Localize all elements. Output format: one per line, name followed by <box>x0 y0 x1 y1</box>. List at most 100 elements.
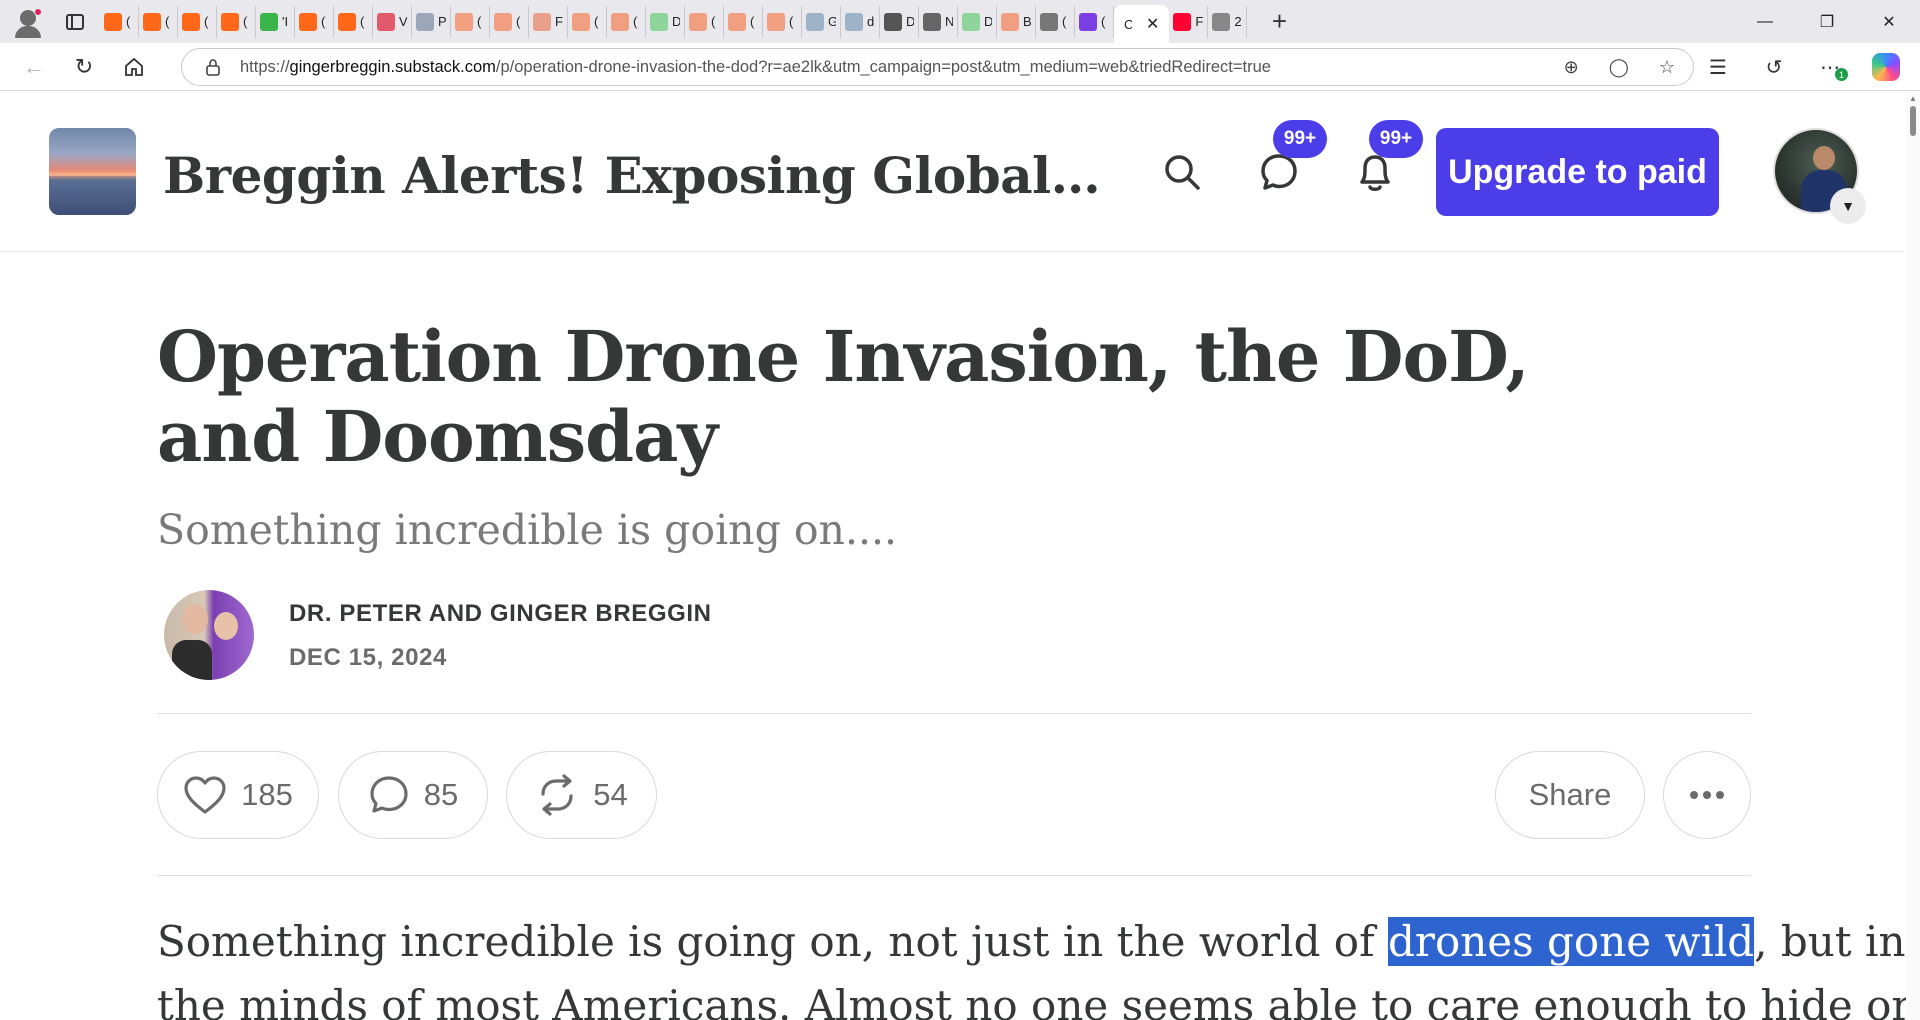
post-date: DEC 15, 2024 <box>289 644 447 671</box>
tab-title: ( <box>789 14 794 29</box>
browser-tab[interactable]: ( <box>334 5 373 38</box>
restack-icon <box>541 774 573 816</box>
play-icon <box>260 12 278 31</box>
zoom-icon[interactable]: ⊕ <box>1564 57 1579 78</box>
browser-tab[interactable]: ( <box>217 5 256 38</box>
frame-icon <box>923 12 941 31</box>
browser-tab[interactable]: ( <box>490 5 529 38</box>
youtube-icon <box>377 12 395 31</box>
more-options-button[interactable] <box>1663 751 1751 839</box>
author-avatar[interactable] <box>164 590 254 680</box>
chevron-down-icon[interactable]: ▼ <box>1830 188 1866 224</box>
browser-tab[interactable]: ( <box>451 5 490 38</box>
browser-tab[interactable]: V <box>373 5 412 38</box>
browser-tab[interactable]: ( <box>607 5 646 38</box>
post-title: Operation Drone Invasion, the DoD, and D… <box>157 315 1530 478</box>
home-button[interactable] <box>114 47 154 87</box>
comments-button[interactable]: 85 <box>338 751 488 839</box>
new-tab-button[interactable]: + <box>1261 6 1297 37</box>
share-button[interactable]: Share <box>1495 751 1645 839</box>
pen-icon <box>806 12 824 31</box>
browser-tab[interactable]: ( <box>295 5 334 38</box>
tab-title: 'I <box>282 14 289 29</box>
browser-tab[interactable]: B <box>997 5 1036 38</box>
page-scrollbar[interactable]: ▲ <box>1906 92 1920 1020</box>
selected-text[interactable]: drones gone wild <box>1387 917 1755 966</box>
browser-tab[interactable]: ( <box>178 5 217 38</box>
publication-title[interactable]: Breggin Alerts! Exposing Global Pred... <box>163 146 1103 205</box>
browser-tab[interactable]: 'I <box>256 5 295 38</box>
home-icon <box>125 57 143 76</box>
comment-icon <box>370 776 408 813</box>
search-button[interactable] <box>1154 144 1210 200</box>
browser-tab[interactable]: ( <box>1036 5 1075 38</box>
browser-tab[interactable]: G <box>802 5 841 38</box>
divider <box>157 875 1751 876</box>
notifications-badge: 99+ <box>1369 120 1423 158</box>
tab-title: P <box>438 14 446 29</box>
substack-icon <box>611 12 629 31</box>
close-tab-icon[interactable]: ✕ <box>1146 14 1159 34</box>
browser-tab[interactable]: ( <box>1075 5 1114 38</box>
browser-tab[interactable]: D <box>646 5 685 38</box>
extensions-icon[interactable]: ⋯ 1 <box>1810 47 1850 87</box>
author-name[interactable]: DR. PETER AND GINGER BREGGIN <box>289 600 712 628</box>
tab-actions-icon[interactable] <box>60 7 90 37</box>
tab-title: ( <box>711 14 716 29</box>
substack-icon <box>104 12 122 31</box>
tab-title: ( <box>633 14 638 29</box>
more-icon <box>1690 791 1724 799</box>
browser-tab[interactable]: P <box>412 5 451 38</box>
browser-tab[interactable]: D <box>880 5 919 38</box>
back-button[interactable]: ← <box>14 47 54 87</box>
browser-toolbar: ← ↻ https://gingerbreggin.substack.com/p… <box>0 43 1920 91</box>
publication-logo[interactable] <box>49 128 136 215</box>
browser-tab[interactable]: d <box>841 5 880 38</box>
notifications-button[interactable]: 99+ <box>1347 120 1423 200</box>
restack-button[interactable]: 54 <box>506 751 657 839</box>
browser-tab[interactable]: ( <box>568 5 607 38</box>
browser-tab[interactable]: N <box>919 5 958 38</box>
substack-icon <box>299 12 317 31</box>
site-info-icon[interactable] <box>204 58 222 76</box>
chat-button[interactable]: 99+ <box>1251 120 1327 200</box>
profile-icon[interactable] <box>10 4 46 40</box>
tab-title: d <box>867 14 875 29</box>
history-icon[interactable]: ↺ <box>1754 47 1794 87</box>
reload-button[interactable]: ↻ <box>64 47 104 87</box>
scrollbar-thumb[interactable] <box>1910 106 1916 136</box>
like-button[interactable]: 185 <box>157 751 319 839</box>
copilot-icon[interactable] <box>1866 47 1906 87</box>
tab-title: B <box>1023 14 1031 29</box>
restore-button[interactable]: ❐ <box>1796 0 1858 43</box>
address-bar[interactable]: https://gingerbreggin.substack.com/p/ope… <box>181 48 1694 86</box>
active-tab[interactable]: C ✕ <box>1114 5 1170 43</box>
search-icon <box>1165 155 1200 190</box>
tab-title: V <box>399 14 407 29</box>
divider <box>157 713 1751 714</box>
upgrade-to-paid-button[interactable]: Upgrade to paid <box>1436 128 1719 216</box>
close-window-button[interactable]: ✕ <box>1858 0 1920 43</box>
reader-icon[interactable]: ◯ <box>1609 57 1629 78</box>
tab-title: F <box>1195 14 1204 29</box>
browser-tab[interactable]: D <box>958 5 997 38</box>
tab-list: (((('I((VP(Substack(F((D(((GdDNDB((C✕F2 <box>100 0 1248 747</box>
substack-icon <box>143 12 161 31</box>
browser-tab[interactable]: ( <box>100 5 139 38</box>
browser-tab[interactable]: 2 <box>1208 5 1248 38</box>
browser-tab[interactable]: ( <box>139 5 178 38</box>
url-text[interactable]: https://gingerbreggin.substack.com/p/ope… <box>240 58 1271 77</box>
browser-tab[interactable]: ( <box>685 5 724 38</box>
browser-tab[interactable]: ( <box>763 5 802 38</box>
play-icon <box>962 12 980 31</box>
box-icon <box>1001 12 1019 31</box>
minimize-button[interactable]: — <box>1734 0 1796 43</box>
favorites-icon[interactable]: ☰ <box>1698 47 1738 87</box>
substack-icon <box>767 12 785 31</box>
browser-tab[interactable]: ( <box>724 5 763 38</box>
browser-tab[interactable]: F <box>1169 5 1209 38</box>
mail-icon <box>1079 12 1097 31</box>
favorite-star-icon[interactable]: ☆ <box>1659 57 1675 78</box>
page-icon <box>1212 12 1231 31</box>
browser-tab[interactable]: F <box>529 5 568 38</box>
